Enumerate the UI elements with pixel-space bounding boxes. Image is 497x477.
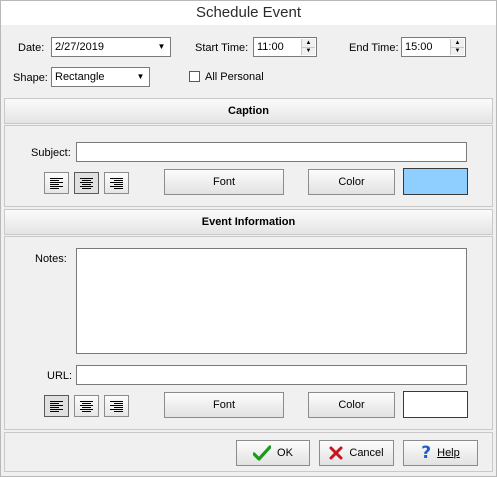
window-title: Schedule Event: [1, 1, 496, 25]
caption-color-swatch[interactable]: [403, 168, 468, 195]
spin-up-icon[interactable]: ▲: [451, 39, 464, 48]
x-icon: [329, 446, 343, 460]
question-icon: ?: [421, 443, 432, 463]
event-information-header: Event Information: [4, 209, 493, 235]
event-align-left-button[interactable]: [44, 395, 69, 417]
ok-button[interactable]: OK: [236, 440, 310, 466]
align-left-icon: [50, 400, 63, 412]
event-align-center-button[interactable]: [74, 395, 99, 417]
ok-label: OK: [277, 447, 293, 459]
align-right-icon: [110, 177, 123, 189]
url-input[interactable]: [76, 365, 467, 385]
shape-select[interactable]: Rectangle ▼: [51, 67, 150, 87]
align-center-icon: [80, 177, 93, 189]
caption-header: Caption: [4, 98, 493, 124]
caption-align-right-button[interactable]: [104, 172, 129, 194]
caption-color-button[interactable]: Color: [308, 169, 395, 195]
event-align-right-button[interactable]: [104, 395, 129, 417]
align-center-icon: [80, 400, 93, 412]
all-personal-checkbox[interactable]: [189, 71, 200, 82]
spin-down-icon[interactable]: ▼: [302, 48, 315, 56]
caption-align-left-button[interactable]: [44, 172, 69, 194]
help-label: Help: [437, 447, 460, 459]
notes-textarea[interactable]: [76, 248, 467, 354]
end-time-value: 15:00: [405, 41, 433, 53]
start-time-spinner[interactable]: 11:00 ▲ ▼: [253, 37, 317, 57]
cancel-label: Cancel: [349, 447, 384, 459]
chevron-down-icon[interactable]: ▼: [154, 39, 169, 55]
align-right-icon: [110, 400, 123, 412]
date-picker[interactable]: 2/27/2019 ▼: [51, 37, 171, 57]
spin-down-icon[interactable]: ▼: [451, 48, 464, 56]
schedule-event-dialog: Schedule Event Date: 2/27/2019 ▼ Start T…: [0, 0, 497, 477]
date-value: 2/27/2019: [55, 41, 104, 53]
subject-input[interactable]: [76, 142, 467, 162]
event-font-button[interactable]: Font: [164, 392, 284, 418]
shape-label: Shape:: [13, 72, 48, 84]
caption-align-center-button[interactable]: [74, 172, 99, 194]
date-label: Date:: [18, 42, 45, 54]
start-time-label: Start Time:: [195, 42, 249, 54]
event-color-button[interactable]: Color: [308, 392, 395, 418]
check-icon: [253, 445, 272, 461]
all-personal-label: All Personal: [205, 71, 264, 83]
url-label: URL:: [47, 370, 73, 382]
event-color-swatch[interactable]: [403, 391, 468, 418]
spin-buttons[interactable]: ▲ ▼: [450, 39, 464, 55]
spin-buttons[interactable]: ▲ ▼: [301, 39, 315, 55]
chevron-down-icon[interactable]: ▼: [133, 69, 148, 85]
spin-up-icon[interactable]: ▲: [302, 39, 315, 48]
start-time-value: 11:00: [257, 41, 284, 53]
subject-label: Subject:: [31, 147, 71, 159]
shape-value: Rectangle: [55, 71, 105, 83]
help-button[interactable]: ? Help: [403, 440, 478, 466]
cancel-button[interactable]: Cancel: [319, 440, 394, 466]
end-time-spinner[interactable]: 15:00 ▲ ▼: [401, 37, 466, 57]
align-left-icon: [50, 177, 63, 189]
caption-font-button[interactable]: Font: [164, 169, 284, 195]
end-time-label: End Time:: [349, 42, 399, 54]
notes-label: Notes:: [35, 253, 67, 265]
